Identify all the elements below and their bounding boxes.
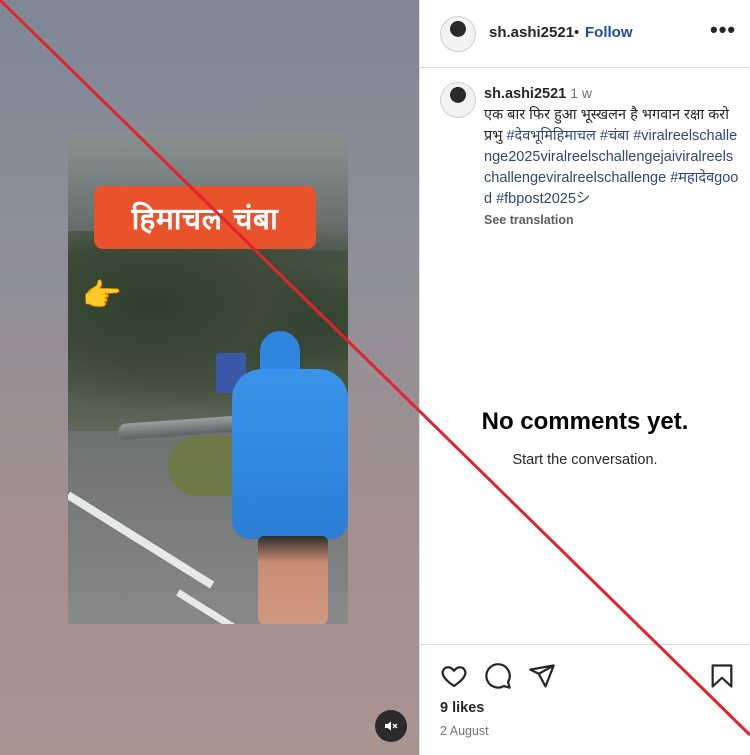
see-translation-link[interactable]: See translation bbox=[484, 210, 740, 231]
avatar[interactable] bbox=[440, 82, 476, 118]
media-pane[interactable]: हिमाचल चंबा 👉 bbox=[0, 0, 420, 755]
person-legs bbox=[258, 536, 328, 624]
share-button[interactable] bbox=[528, 662, 556, 690]
actions-divider bbox=[420, 644, 750, 645]
pointing-hand-emoji: 👉 bbox=[82, 277, 122, 313]
post-details-panel: sh.ashi2521 • Follow ••• sh.ashi2521 1 w … bbox=[420, 0, 750, 755]
comment-button[interactable] bbox=[484, 662, 512, 690]
likes-count[interactable]: 9 likes bbox=[440, 700, 484, 716]
caption-hashtags[interactable]: #देवभूमिहिमाचल #चंबा #viralreelschalleng… bbox=[484, 128, 738, 207]
start-conversation-text: Start the conversation. bbox=[512, 452, 658, 468]
header-username[interactable]: sh.ashi2521 bbox=[489, 24, 574, 41]
post-date: 2 August bbox=[440, 724, 489, 738]
no-comments-title: No comments yet. bbox=[481, 408, 689, 435]
caption-text: sh.ashi2521 1 w एक बार फिर हुआ भूस्खलन है… bbox=[484, 83, 740, 231]
follow-button[interactable]: Follow bbox=[585, 24, 633, 41]
video-banner: हिमाचल चंबा bbox=[94, 186, 316, 249]
post-header: sh.ashi2521 • Follow ••• bbox=[420, 0, 750, 68]
paper-plane-icon bbox=[529, 664, 555, 688]
like-button[interactable] bbox=[440, 662, 468, 690]
separator-dot: • bbox=[574, 24, 580, 41]
caption-time[interactable]: 1 w bbox=[570, 85, 592, 101]
caption-username[interactable]: sh.ashi2521 bbox=[484, 86, 566, 102]
comment-icon bbox=[485, 663, 511, 689]
video-frame[interactable]: हिमाचल चंबा 👉 bbox=[68, 131, 348, 624]
bookmark-icon bbox=[711, 664, 733, 688]
save-button[interactable] bbox=[708, 662, 736, 690]
avatar[interactable] bbox=[440, 16, 476, 52]
mute-button[interactable] bbox=[375, 710, 407, 742]
person-raincoat bbox=[232, 369, 348, 539]
speaker-muted-icon bbox=[385, 721, 398, 731]
more-options-icon[interactable]: ••• bbox=[710, 17, 736, 43]
heart-icon bbox=[441, 666, 467, 688]
